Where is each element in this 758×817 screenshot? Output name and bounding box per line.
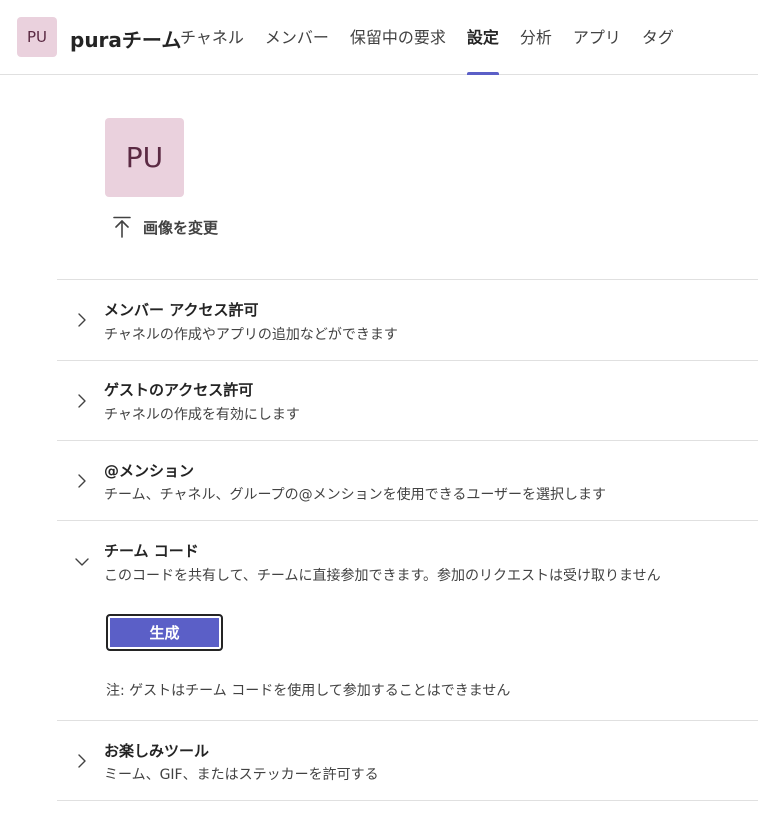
- generate-button[interactable]: 生成: [106, 614, 223, 651]
- team-name: puraチーム: [70, 28, 182, 52]
- divider: [57, 800, 758, 801]
- app-header: PU puraチーム チャネル メンバー 保留中の要求 設定 分析 アプリ タグ: [0, 0, 758, 75]
- section-description: このコードを共有して、チームに直接参加できます。参加のリクエストは受け取りません: [104, 568, 661, 584]
- tab-settings[interactable]: 設定: [466, 0, 499, 75]
- section-title: お楽しみツール: [104, 742, 210, 760]
- section-description: チーム、チャネル、グループの@メンションを使用できるユーザーを選択します: [104, 487, 607, 503]
- chevron-right-icon: [78, 394, 86, 408]
- cropped-section-label: [104, 89, 194, 101]
- section-title: @メンション: [104, 462, 195, 480]
- section-title: ゲストのアクセス許可: [104, 381, 254, 399]
- chevron-right-icon: [78, 313, 86, 327]
- team-picture: PU: [105, 118, 184, 197]
- tab-members[interactable]: メンバー: [265, 0, 329, 75]
- tab-bar: チャネル メンバー 保留中の要求 設定 分析 アプリ タグ: [180, 0, 695, 75]
- section-description: チャネルの作成やアプリの追加などができます: [104, 327, 398, 343]
- chevron-down-icon: [75, 558, 89, 566]
- team-code-note: 注: ゲストはチーム コードを使用して参加することはできません: [106, 683, 511, 699]
- chevron-right-icon: [78, 754, 86, 768]
- chevron-right-icon: [78, 474, 86, 488]
- team-avatar[interactable]: PU: [17, 17, 57, 57]
- section-fun-stuff[interactable]: お楽しみツール ミーム、GIF、またはステッカーを許可する: [57, 720, 758, 800]
- tab-tags[interactable]: タグ: [642, 0, 674, 75]
- tab-pending-requests[interactable]: 保留中の要求: [350, 0, 446, 75]
- section-title: チーム コード: [104, 542, 199, 560]
- section-title: メンバー アクセス許可: [104, 301, 259, 319]
- change-image-label: 画像を変更: [143, 218, 219, 237]
- section-guest-permissions[interactable]: ゲストのアクセス許可 チャネルの作成を有効にします: [57, 360, 758, 440]
- tab-analytics[interactable]: 分析: [520, 0, 552, 75]
- section-description: チャネルの作成を有効にします: [104, 407, 300, 423]
- upload-arrow-icon: [113, 216, 131, 238]
- section-description: ミーム、GIF、またはステッカーを許可する: [104, 767, 379, 783]
- tab-channels[interactable]: チャネル: [180, 0, 244, 75]
- section-mentions[interactable]: @メンション チーム、チャネル、グループの@メンションを使用できるユーザーを選択…: [57, 440, 758, 520]
- section-member-permissions[interactable]: メンバー アクセス許可 チャネルの作成やアプリの追加などができます: [57, 279, 758, 360]
- change-image-button[interactable]: 画像を変更: [113, 216, 218, 238]
- tab-apps[interactable]: アプリ: [573, 0, 621, 75]
